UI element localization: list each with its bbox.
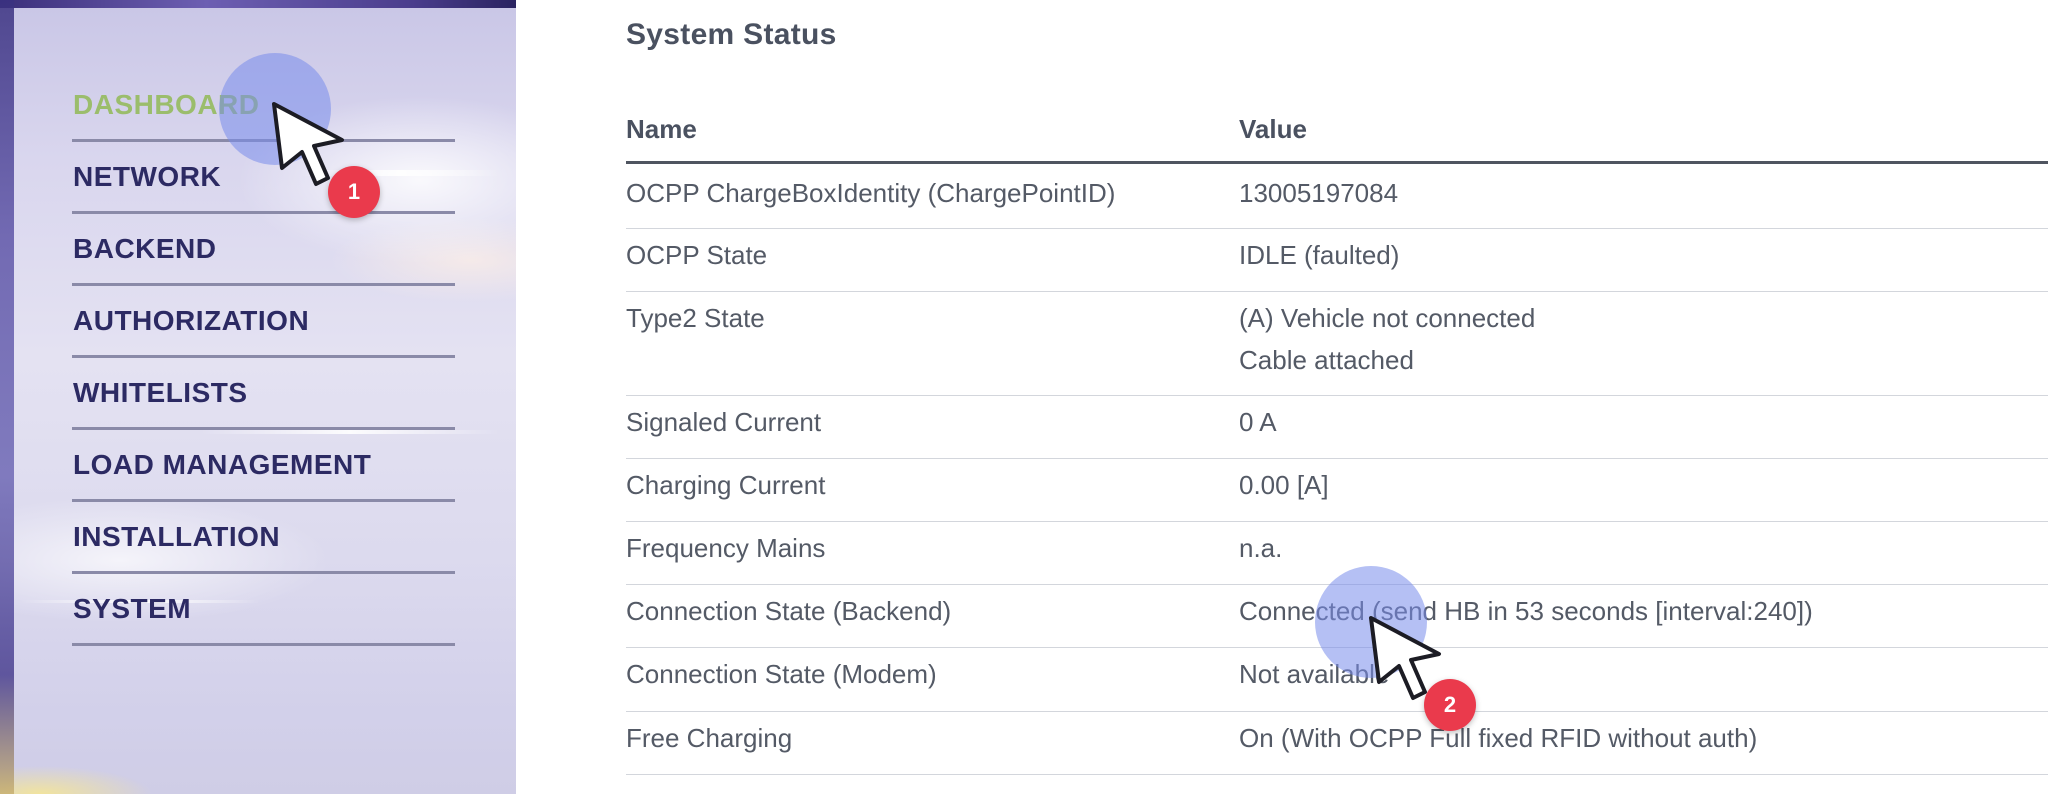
sidebar-item-installation[interactable]: INSTALLATION — [72, 502, 455, 574]
sidebar-item-load-management[interactable]: LOAD MANAGEMENT — [72, 430, 455, 502]
page-title: System Status — [626, 18, 837, 51]
table-row: Free Charging On (With OCPP Full fixed R… — [626, 712, 2048, 775]
row-name: Frequency Mains — [626, 533, 826, 563]
table-row: OCPP State IDLE (faulted) — [626, 229, 2048, 292]
row-value-line2: Cable attached — [1239, 345, 1414, 375]
sidebar-item-label: AUTHORIZATION — [73, 305, 310, 336]
sidebar-item-label: NETWORK — [73, 161, 222, 192]
main-content: System Status Name Value OCPP ChargeBoxI… — [516, 0, 2048, 794]
sidebar-item-system[interactable]: SYSTEM — [72, 574, 455, 646]
table-row: Signaled Current 0 A — [626, 396, 2048, 459]
table-row — [626, 775, 2048, 794]
table-row: Type2 State (A) Vehicle not connected Ca… — [626, 292, 2048, 396]
sidebar-item-authorization[interactable]: AUTHORIZATION — [72, 286, 455, 358]
column-header-value: Value — [1239, 114, 1307, 144]
row-value: (A) Vehicle not connected — [1239, 303, 1536, 333]
row-name: Connection State (Modem) — [626, 659, 937, 689]
table-row: Frequency Mains n.a. — [626, 522, 2048, 585]
sidebar-item-label: SYSTEM — [73, 593, 192, 624]
step-badge-2: 2 — [1424, 679, 1476, 731]
sidebar-item-whitelists[interactable]: WHITELISTS — [72, 358, 455, 430]
row-name: Type2 State — [626, 303, 765, 333]
sidebar-item-label: BACKEND — [73, 233, 217, 264]
table-row: Charging Current 0.00 [A] — [626, 459, 2048, 522]
sidebar-item-label: WHITELISTS — [73, 377, 248, 408]
row-value: 0.00 [A] — [1239, 470, 1329, 500]
table-header: Name Value — [626, 110, 2048, 164]
row-name: OCPP ChargeBoxIdentity (ChargePointID) — [626, 178, 1116, 208]
row-name: Charging Current — [626, 470, 826, 500]
row-value: IDLE (faulted) — [1239, 240, 1400, 270]
row-value: 0 A — [1239, 407, 1277, 437]
table-row: OCPP ChargeBoxIdentity (ChargePointID) 1… — [626, 167, 2048, 229]
sidebar-item-label: LOAD MANAGEMENT — [73, 449, 372, 480]
background-glow — [0, 734, 220, 794]
row-value: On (With OCPP Full fixed RFID without au… — [1239, 723, 1758, 753]
row-value: n.a. — [1239, 533, 1283, 563]
row-name: Free Charging — [626, 723, 793, 753]
step-badge-1: 1 — [328, 166, 380, 218]
row-name: OCPP State — [626, 240, 768, 270]
sidebar-item-backend[interactable]: BACKEND — [72, 214, 455, 286]
row-name: Connection State (Backend) — [626, 596, 952, 626]
row-value: 13005197084 — [1239, 178, 1399, 208]
row-name: Signaled Current — [626, 407, 822, 437]
column-header-name: Name — [626, 114, 697, 144]
sidebar-item-label: INSTALLATION — [73, 521, 281, 552]
